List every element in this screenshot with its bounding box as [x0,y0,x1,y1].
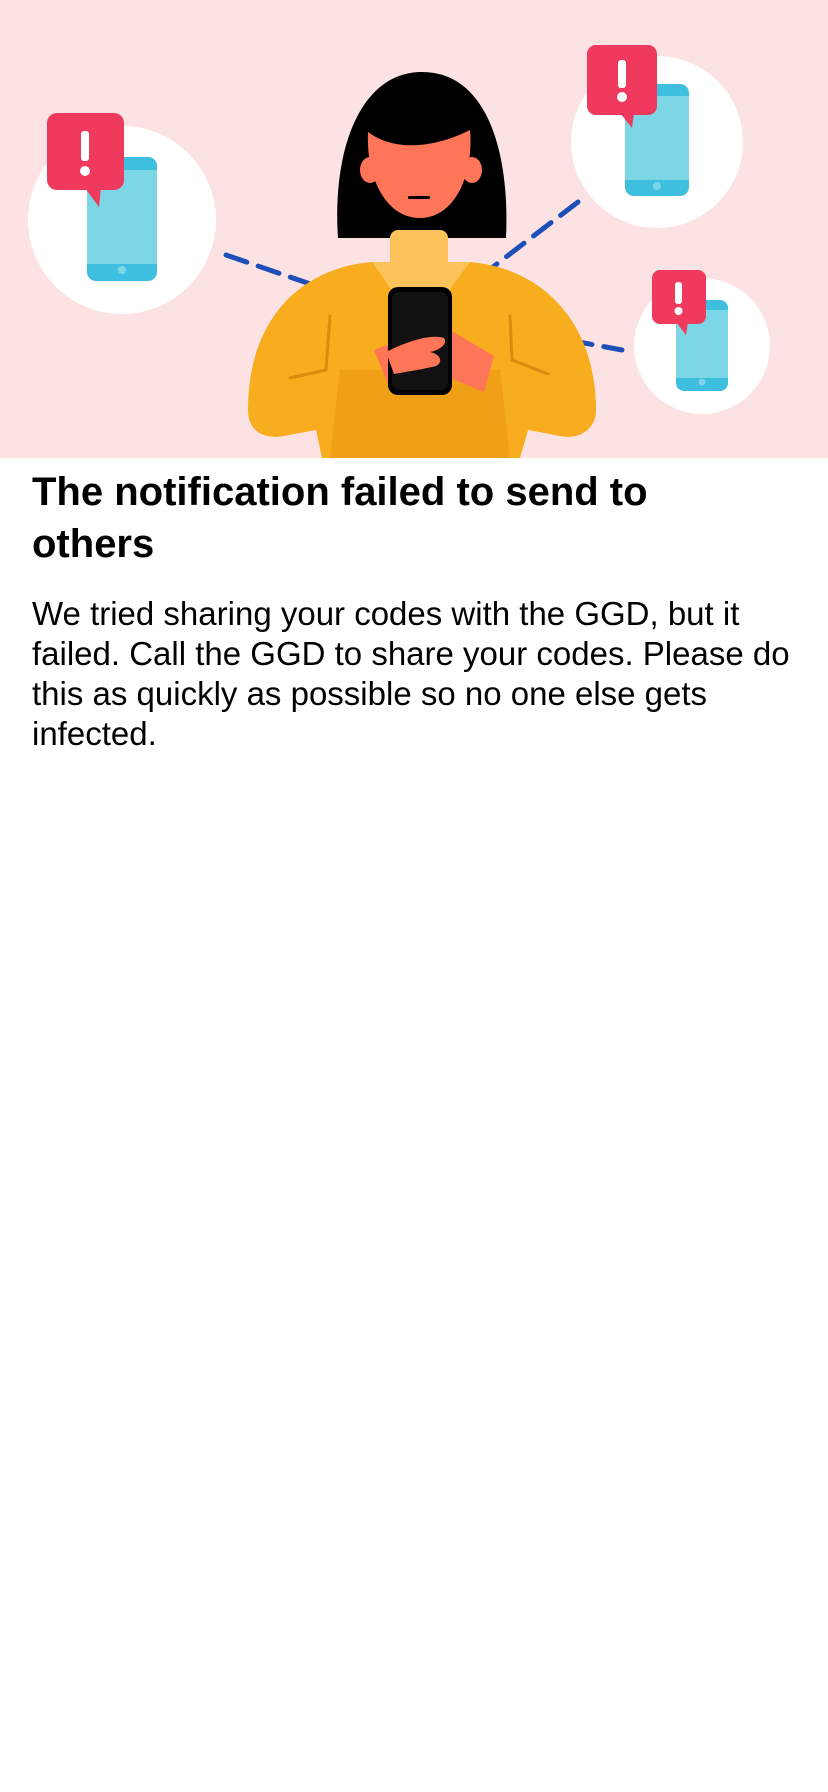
message-body: We tried sharing your codes with the GGD… [32,595,790,752]
page-title: The notification failed to send to other… [32,470,648,566]
screen: The notification failed to send to other… [0,0,828,1792]
message-content: The notification failed to send to other… [32,466,796,754]
phone-alert-icon [28,113,216,314]
person-figure [248,72,596,458]
illustration [0,0,828,458]
phone-alert-icon [571,45,743,228]
phone-alert-icon [634,270,770,414]
person-notification-illustration [28,45,770,458]
